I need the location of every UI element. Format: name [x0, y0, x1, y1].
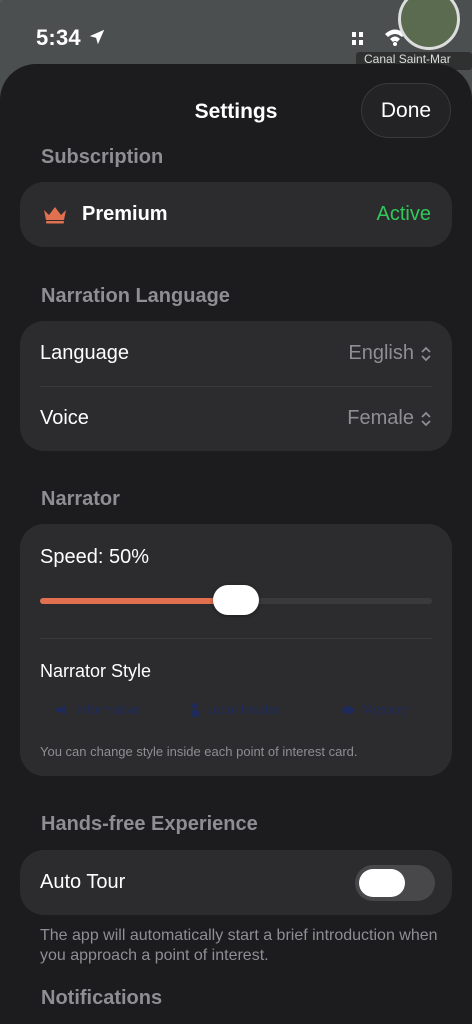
- style-option-label: Informative: [76, 702, 141, 717]
- voice-value: Female: [347, 407, 414, 429]
- eye-icon: [341, 705, 355, 714]
- auto-tour-footnote: The app will automatically start a brief…: [40, 927, 438, 964]
- speed-label: Speed: 50%: [40, 546, 149, 568]
- style-option-mystery[interactable]: Mystery: [340, 702, 408, 717]
- voice-row[interactable]: Voice Female: [40, 386, 432, 451]
- auto-tour-card: Auto Tour: [20, 850, 452, 915]
- language-label: Language: [40, 342, 129, 364]
- status-time: 5:34: [36, 25, 81, 50]
- section-header-narration-language: Narration Language: [41, 285, 230, 307]
- chevron-up-down-icon: [421, 411, 431, 426]
- style-option-informative[interactable]: Informative: [54, 702, 140, 717]
- section-header-hands-free: Hands-free Experience: [41, 813, 258, 835]
- voice-label: Voice: [40, 407, 89, 429]
- done-button[interactable]: Done: [361, 83, 451, 138]
- narrator-card: Speed: 50% Narrator Style Informative Lo…: [20, 524, 452, 776]
- toggle-knob: [359, 869, 405, 897]
- location-arrow-icon: [89, 29, 105, 45]
- narrator-style-label: Narrator Style: [40, 661, 152, 681]
- style-option-local-insider[interactable]: Local Insider: [190, 702, 280, 717]
- crown-icon: [44, 207, 66, 224]
- map-thumbnail[interactable]: [398, 0, 460, 50]
- section-header-subscription: Subscription: [41, 146, 164, 168]
- style-option-label: Local Insider: [206, 702, 280, 717]
- speed-slider-thumb[interactable]: [213, 585, 259, 615]
- language-row[interactable]: Language English: [40, 321, 432, 386]
- auto-tour-toggle[interactable]: [355, 865, 435, 901]
- subscription-card[interactable]: Premium Active: [20, 182, 452, 247]
- person-icon: [191, 702, 199, 717]
- narrator-style-caption: You can change style inside each point o…: [40, 744, 358, 759]
- status-bar: 5:34 69 Canal Saint-Mar: [0, 0, 472, 70]
- auto-tour-label: Auto Tour: [40, 871, 126, 893]
- settings-sheet: Settings Done Subscription Premium Activ…: [0, 64, 472, 1024]
- speed-slider[interactable]: [40, 585, 432, 615]
- speed-slider-fill: [40, 598, 236, 604]
- megaphone-icon: [55, 704, 66, 715]
- section-header-narrator: Narrator: [41, 488, 120, 510]
- premium-label: Premium: [82, 203, 168, 225]
- section-header-notifications: Notifications: [41, 987, 163, 1009]
- cellular-icon: [352, 32, 363, 45]
- chevron-up-down-icon: [421, 346, 431, 361]
- language-value: English: [348, 342, 414, 364]
- style-option-label: Mystery: [362, 702, 408, 717]
- narration-language-card: Language English Voice Female: [20, 321, 452, 451]
- subscription-status: Active: [376, 203, 431, 225]
- divider: [40, 638, 432, 639]
